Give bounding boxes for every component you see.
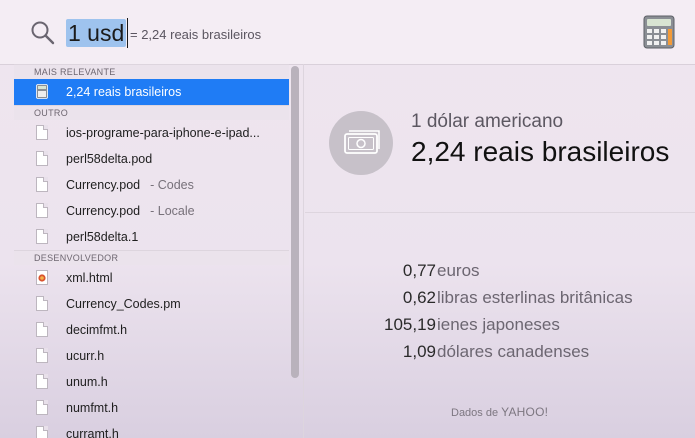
data-source-credit[interactable]: Dados de YAHOO! — [451, 405, 548, 419]
result-name: Currency.pod — [66, 178, 141, 192]
rate-currency: libras esterlinas britânicas — [437, 288, 633, 307]
result-label: 2,24 reais brasileiros — [66, 85, 182, 99]
result-row-xml-html[interactable]: xml.html — [14, 265, 289, 291]
document-icon — [36, 348, 48, 363]
document-icon — [36, 374, 48, 389]
result-label: xml.html — [66, 271, 113, 285]
pane-divider — [303, 64, 304, 438]
result-row-perl58delta-1[interactable]: perl58delta.1 — [14, 224, 289, 250]
results-list[interactable]: MAIS RELEVANTE 2,24 reais brasileiros OU… — [14, 64, 289, 438]
result-row-currency-pod-codes[interactable]: Currency.pod - Codes — [14, 172, 289, 198]
banknote-icon — [344, 130, 380, 154]
result-row-curramt-h[interactable]: curramt.h — [14, 421, 289, 438]
result-label: curramt.h — [66, 427, 119, 438]
rate-value: 0,77 — [402, 261, 436, 280]
text-caret — [127, 18, 128, 48]
rate-value: 0,62 — [402, 288, 436, 307]
result-row-ucurr-h[interactable]: ucurr.h — [14, 343, 289, 369]
document-icon — [36, 296, 48, 311]
search-input[interactable]: 1 usd — [66, 19, 127, 47]
result-label: Currency.pod - Locale — [66, 198, 195, 224]
html-file-icon — [36, 270, 48, 285]
document-icon — [36, 400, 48, 415]
conversion-source: 1 dólar americano — [411, 111, 564, 132]
result-row-unum-h[interactable]: unum.h — [14, 369, 289, 395]
search-completion-hint: = 2,24 reais brasileiros — [130, 27, 262, 42]
search-bar[interactable]: 1 usd = 2,24 reais brasileiros — [0, 0, 695, 65]
section-header-mais-relevante: MAIS RELEVANTE — [14, 64, 289, 79]
search-icon — [31, 21, 55, 45]
rate-row-ienes: 105,19 ienes japoneses — [306, 312, 695, 338]
conversion-result: 2,24 reais brasileiros — [411, 136, 670, 167]
detail-separator — [305, 212, 695, 213]
result-label: ucurr.h — [66, 349, 105, 363]
result-row-perl58delta-pod[interactable]: perl58delta.pod — [14, 146, 289, 172]
currency-badge — [329, 111, 393, 175]
rate-row-libras: 0,62 libras esterlinas britânicas — [306, 285, 695, 311]
rate-currency: dólares canadenses — [437, 342, 590, 361]
section-header-desenvolvedor: DESENVOLVEDOR — [14, 250, 289, 265]
document-icon — [36, 322, 48, 337]
rate-value: 1,09 — [402, 342, 436, 361]
rate-currency: ienes japoneses — [437, 315, 560, 334]
result-name: Currency.pod — [66, 204, 141, 218]
calculator-icon — [36, 84, 48, 99]
rate-value: 105,19 — [384, 315, 436, 334]
result-label: numfmt.h — [66, 401, 119, 415]
result-label: perl58delta.pod — [66, 152, 153, 166]
document-icon — [36, 203, 48, 218]
results-scrollbar[interactable] — [291, 66, 299, 378]
document-icon — [36, 177, 48, 192]
result-row-currency-codes-pm[interactable]: Currency_Codes.pm — [14, 291, 289, 317]
result-detail: - Locale — [150, 204, 195, 218]
result-row-currency-conversion[interactable]: 2,24 reais brasileiros — [14, 79, 289, 105]
yahoo-logo: YAHOO! — [501, 405, 549, 419]
result-label: decimfmt.h — [66, 323, 128, 337]
document-icon — [36, 229, 48, 244]
result-label: Currency.pod - Codes — [66, 172, 194, 198]
result-row-currency-pod-locale[interactable]: Currency.pod - Locale — [14, 198, 289, 224]
document-icon — [36, 151, 48, 166]
result-detail: - Codes — [150, 178, 194, 192]
result-row-ios-programe[interactable]: ios-programe-para-iphone-e-ipad... — [14, 120, 289, 146]
result-label: perl58delta.1 — [66, 230, 139, 244]
rate-row-euros: 0,77 euros — [306, 258, 695, 284]
document-icon — [36, 426, 48, 438]
result-label: Currency_Codes.pm — [66, 297, 181, 311]
credit-prefix: Dados de — [451, 407, 499, 419]
result-row-decimfmt-h[interactable]: decimfmt.h — [14, 317, 289, 343]
section-header-outro: OUTRO — [14, 105, 289, 120]
rate-row-dolares-canadenses: 1,09 dólares canadenses — [306, 339, 695, 365]
document-icon — [36, 125, 48, 140]
calculator-icon[interactable] — [643, 15, 675, 49]
result-label: ios-programe-para-iphone-e-ipad... — [66, 126, 260, 140]
rate-currency: euros — [437, 261, 480, 280]
result-label: unum.h — [66, 375, 108, 389]
result-row-numfmt-h[interactable]: numfmt.h — [14, 395, 289, 421]
